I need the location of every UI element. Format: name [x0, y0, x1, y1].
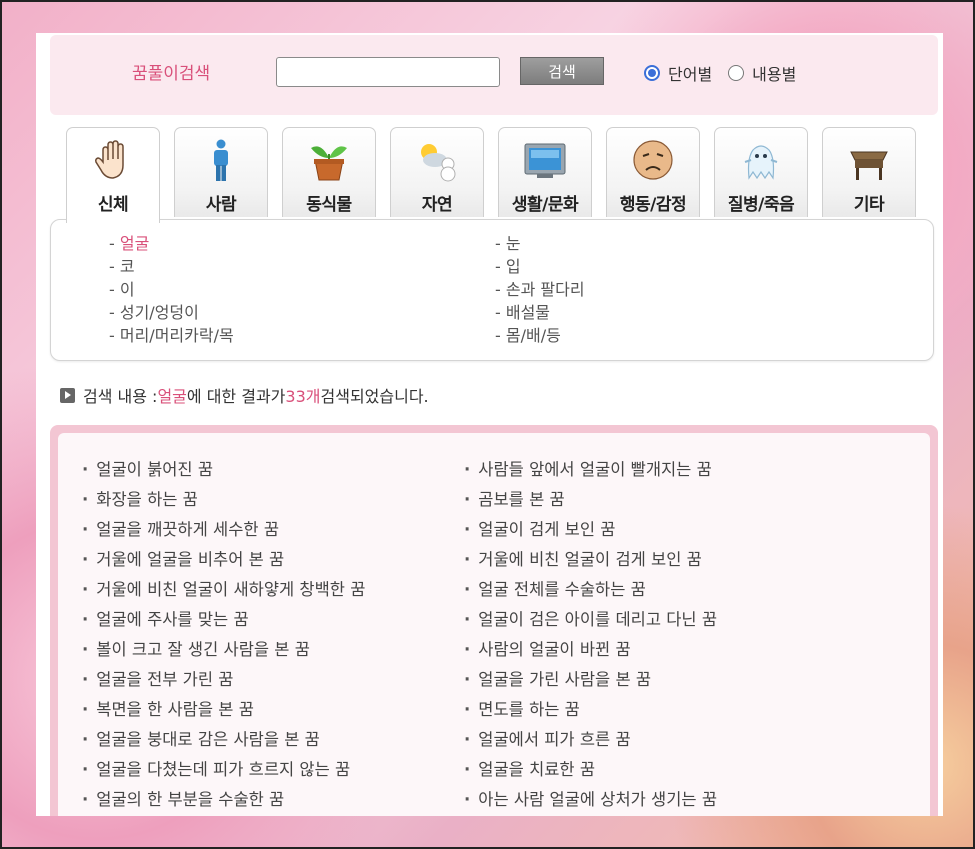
tab-life-culture[interactable]: 생활/문화 — [498, 127, 592, 217]
result-link[interactable]: 거울에 비친 얼굴이 새하얗게 창백한 꿈 — [82, 575, 365, 605]
plant-pot-icon — [311, 146, 347, 181]
subcategory-item[interactable]: - 입 — [495, 255, 585, 278]
summary-suffix: 검색되었습니다. — [320, 387, 429, 406]
results-column-right: 사람들 앞에서 얼굴이 빨개지는 꿈 곰보를 본 꿈 얼굴이 검게 보인 꿈 거… — [464, 455, 717, 815]
subcategory-item[interactable]: - 이 — [109, 278, 234, 301]
subcategory-item[interactable]: - 배설물 — [495, 301, 585, 324]
hand-icon — [95, 140, 124, 179]
tab-label: 동식물 — [306, 195, 352, 215]
tab-label: 자연 — [421, 195, 453, 215]
subcategory-item[interactable]: - 성기/엉덩이 — [109, 301, 234, 324]
summary-count: 33개 — [285, 387, 321, 406]
subcategory-item[interactable]: - 몸/배/등 — [495, 324, 585, 347]
table-icon — [850, 151, 888, 180]
tab-label: 기타 — [853, 195, 885, 215]
radio-content-label[interactable]: 내용별 — [752, 61, 796, 85]
dream-search-panel: 꿈풀이검색 검색 단어별 내용별 신체 사람 동식물 자연 생활/문화 행동/감… — [36, 33, 943, 816]
subcategory-item[interactable]: - 얼굴 — [109, 232, 234, 255]
result-link[interactable]: 얼굴이 붉어진 꿈 — [82, 455, 365, 485]
tab-label: 질병/죽음 — [727, 195, 795, 215]
result-link[interactable]: 거울에 얼굴을 비추어 본 꿈 — [82, 545, 365, 575]
result-link[interactable]: 얼굴 전체를 수술하는 꿈 — [464, 575, 717, 605]
result-link[interactable]: 사람들 앞에서 얼굴이 빨개지는 꿈 — [464, 455, 717, 485]
results-list: 얼굴이 붉어진 꿈 화장을 하는 꿈 얼굴을 깨끗하게 세수한 꿈 거울에 얼굴… — [58, 433, 930, 816]
tab-label: 행동/감정 — [619, 195, 687, 215]
result-link[interactable]: 얼굴에 주사를 맞는 꿈 — [82, 605, 365, 635]
results-box: 얼굴이 붉어진 꿈 화장을 하는 꿈 얼굴을 깨끗하게 세수한 꿈 거울에 얼굴… — [50, 425, 938, 816]
summary-keyword: 얼굴 — [157, 387, 187, 406]
result-link[interactable]: 얼굴을 깨끗하게 세수한 꿈 — [82, 515, 365, 545]
tab-label: 사람 — [205, 195, 237, 215]
summary-middle: 에 대한 결과가 — [186, 387, 286, 406]
tab-label: 신체 — [97, 195, 129, 215]
search-input[interactable] — [276, 57, 500, 87]
tab-etc[interactable]: 기타 — [822, 127, 916, 217]
ghost-icon — [744, 145, 778, 180]
subcategory-box: - 얼굴 - 코 - 이 - 성기/엉덩이 - 머리/머리카락/목 - 눈 - … — [50, 219, 934, 361]
weather-icon — [421, 144, 456, 182]
result-link[interactable]: 얼굴에서 피가 흐른 꿈 — [464, 725, 717, 755]
results-column-left: 얼굴이 붉어진 꿈 화장을 하는 꿈 얼굴을 깨끗하게 세수한 꿈 거울에 얼굴… — [82, 455, 365, 815]
result-link[interactable]: 면도를 하는 꿈 — [464, 695, 717, 725]
result-link[interactable]: 사람의 얼굴이 바뀐 꿈 — [464, 635, 717, 665]
radio-word-label[interactable]: 단어별 — [668, 61, 712, 85]
summary-prefix: 검색 내용 : — [83, 387, 158, 406]
search-bar: 꿈풀이검색 검색 단어별 내용별 — [50, 35, 938, 115]
result-link[interactable]: 아는 사람 얼굴에 상처가 생기는 꿈 — [464, 785, 717, 815]
radio-word[interactable] — [644, 65, 660, 81]
sad-face-icon — [633, 140, 673, 180]
search-button[interactable]: 검색 — [520, 57, 604, 85]
result-link[interactable]: 거울에 비친 얼굴이 검게 보인 꿈 — [464, 545, 717, 575]
result-link[interactable]: 얼굴을 붕대로 감은 사람을 본 꿈 — [82, 725, 365, 755]
tab-flora-fauna[interactable]: 동식물 — [282, 127, 376, 217]
arrow-right-icon — [60, 387, 75, 403]
tab-nature[interactable]: 자연 — [390, 127, 484, 217]
tab-illness-death[interactable]: 질병/죽음 — [714, 127, 808, 217]
result-link[interactable]: 얼굴을 다쳤는데 피가 흐르지 않는 꿈 — [82, 755, 365, 785]
subcategory-item[interactable]: - 머리/머리카락/목 — [109, 324, 234, 347]
result-link[interactable]: 화장을 하는 꿈 — [82, 485, 365, 515]
result-link[interactable]: 얼굴을 치료한 꿈 — [464, 755, 717, 785]
result-link[interactable]: 얼굴을 전부 가린 꿈 — [82, 665, 365, 695]
result-link[interactable]: 얼굴이 검은 아이를 데리고 다닌 꿈 — [464, 605, 717, 635]
subcategory-item[interactable]: - 코 — [109, 255, 234, 278]
subcategory-item[interactable]: - 눈 — [495, 232, 585, 255]
result-link[interactable]: 얼굴이 검게 보인 꿈 — [464, 515, 717, 545]
result-link[interactable]: 볼이 크고 잘 생긴 사람을 본 꿈 — [82, 635, 365, 665]
tab-behavior-emotion[interactable]: 행동/감정 — [606, 127, 700, 217]
result-summary: 검색 내용 : 얼굴 에 대한 결과가 33개 검색되었습니다. — [60, 383, 429, 407]
tv-icon — [524, 143, 566, 178]
tab-body[interactable]: 신체 — [66, 127, 160, 223]
tab-label: 생활/문화 — [511, 195, 579, 215]
subcategory-item[interactable]: - 손과 팔다리 — [495, 278, 585, 301]
search-label: 꿈풀이검색 — [132, 64, 211, 84]
subcategory-column-right: - 눈 - 입 - 손과 팔다리 - 배설물 - 몸/배/등 — [495, 232, 585, 347]
result-link[interactable]: 얼굴을 가린 사람을 본 꿈 — [464, 665, 717, 695]
result-link[interactable]: 곰보를 본 꿈 — [464, 485, 717, 515]
radio-content[interactable] — [728, 65, 745, 81]
result-link[interactable]: 복면을 한 사람을 본 꿈 — [82, 695, 365, 725]
person-icon — [214, 139, 228, 181]
search-mode-radio-group: 단어별 내용별 — [644, 61, 812, 85]
result-link[interactable]: 얼굴의 한 부분을 수술한 꿈 — [82, 785, 365, 815]
subcategory-column-left: - 얼굴 - 코 - 이 - 성기/엉덩이 - 머리/머리카락/목 — [109, 232, 234, 347]
tab-person[interactable]: 사람 — [174, 127, 268, 217]
